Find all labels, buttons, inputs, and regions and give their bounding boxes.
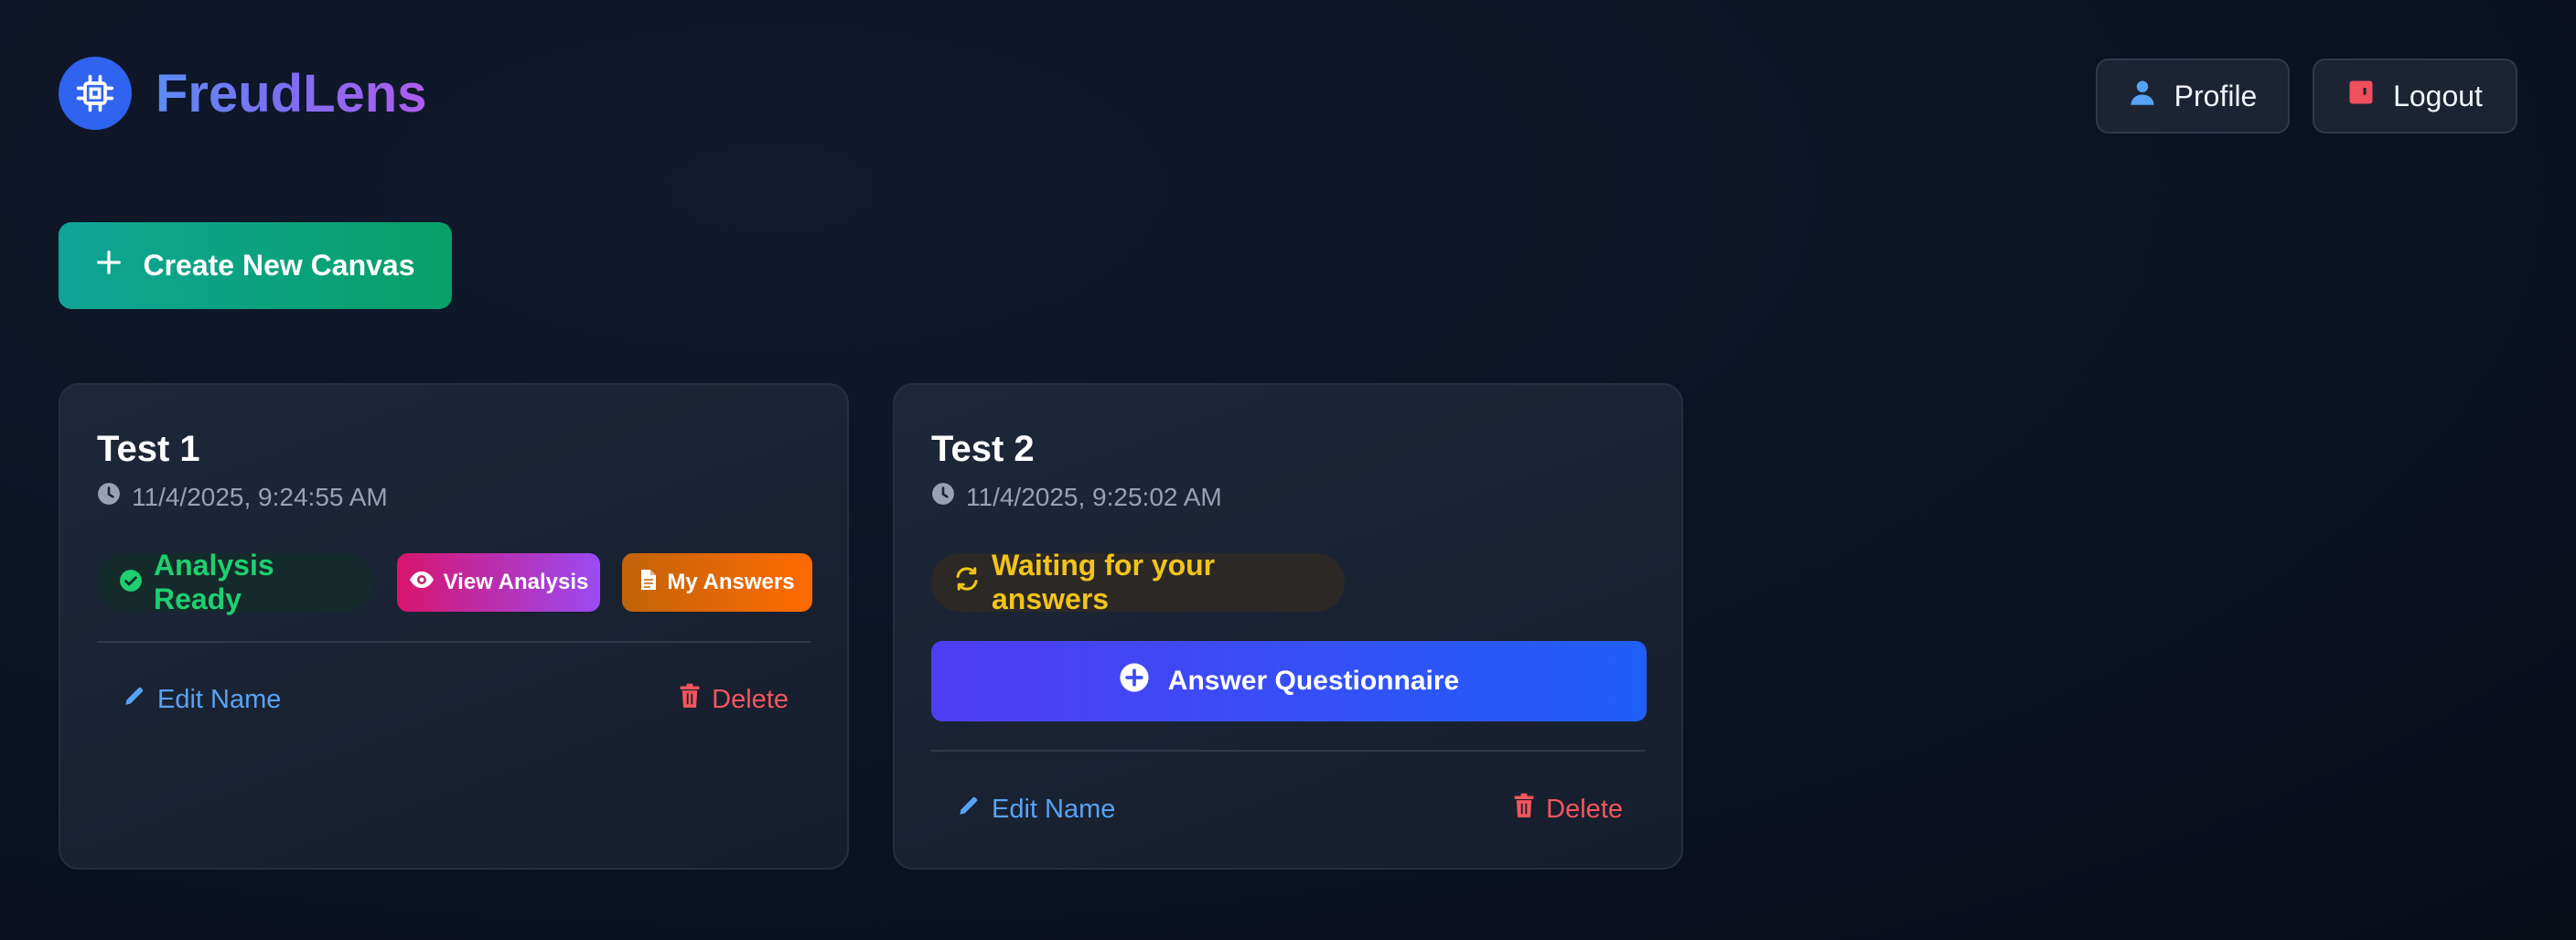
status-text: Waiting for your answers xyxy=(992,549,1216,615)
canvas-date-text: 11/4/2025, 9:25:02 AM xyxy=(966,482,1222,511)
logout-label: Logout xyxy=(2393,79,2483,112)
canvas-card: Test 2 11/4/2025, 9:25:02 AM Waiting for… xyxy=(893,383,1683,870)
canvas-date: 11/4/2025, 9:24:55 AM xyxy=(97,482,388,512)
clock-icon xyxy=(97,482,121,512)
my-answers-label: My Answers xyxy=(667,570,795,594)
card-divider xyxy=(931,750,1645,752)
trash-icon xyxy=(679,683,701,716)
view-analysis-label: View Analysis xyxy=(443,570,589,594)
delete-button[interactable]: Delete xyxy=(1513,787,1623,831)
canvas-title: Test 2 xyxy=(931,429,1035,469)
pencil-icon xyxy=(123,684,146,715)
canvas-date-text: 11/4/2025, 9:24:55 AM xyxy=(132,482,388,511)
app-header: FreudLens xyxy=(59,57,427,130)
status-badge: Analysis Ready xyxy=(97,549,373,615)
create-canvas-button[interactable]: Create New Canvas xyxy=(59,222,452,309)
user-icon xyxy=(2129,78,2156,114)
create-canvas-label: Create New Canvas xyxy=(143,249,415,282)
edit-name-label: Edit Name xyxy=(992,794,1116,824)
edit-name-button[interactable]: Edit Name xyxy=(123,678,281,721)
profile-button[interactable]: Profile xyxy=(2096,59,2290,134)
canvas-date: 11/4/2025, 9:25:02 AM xyxy=(931,482,1222,512)
sync-icon xyxy=(953,565,981,600)
canvas-card: Test 1 11/4/2025, 9:24:55 AM Analysis Re… xyxy=(59,383,849,870)
canvas-title: Test 1 xyxy=(97,429,200,469)
trash-icon xyxy=(1513,793,1535,826)
check-circle-icon xyxy=(119,566,143,600)
eye-icon xyxy=(409,570,435,596)
plus-circle-icon xyxy=(1119,662,1150,700)
cpu-chip-icon xyxy=(59,57,132,130)
edit-name-label: Edit Name xyxy=(157,684,282,714)
delete-label: Delete xyxy=(1546,794,1623,824)
card-divider xyxy=(97,641,810,643)
status-text: Analysis Ready xyxy=(154,549,274,615)
answer-questionnaire-label: Answer Questionnaire xyxy=(1167,666,1460,696)
pencil-icon xyxy=(957,794,981,825)
plus-icon xyxy=(95,249,123,283)
clock-icon xyxy=(931,482,955,512)
profile-label: Profile xyxy=(2174,79,2258,112)
document-icon xyxy=(639,569,658,597)
my-answers-button[interactable]: My Answers xyxy=(622,553,812,612)
answer-questionnaire-button[interactable]: Answer Questionnaire xyxy=(931,641,1647,721)
view-analysis-button[interactable]: View Analysis xyxy=(397,553,600,612)
delete-label: Delete xyxy=(712,684,789,714)
logout-button[interactable]: Logout xyxy=(2313,59,2517,134)
status-badge: Waiting for your answers xyxy=(931,549,1345,615)
logout-icon xyxy=(2347,79,2375,113)
brand-title: FreudLens xyxy=(156,63,427,123)
edit-name-button[interactable]: Edit Name xyxy=(957,787,1115,831)
delete-button[interactable]: Delete xyxy=(679,678,789,721)
